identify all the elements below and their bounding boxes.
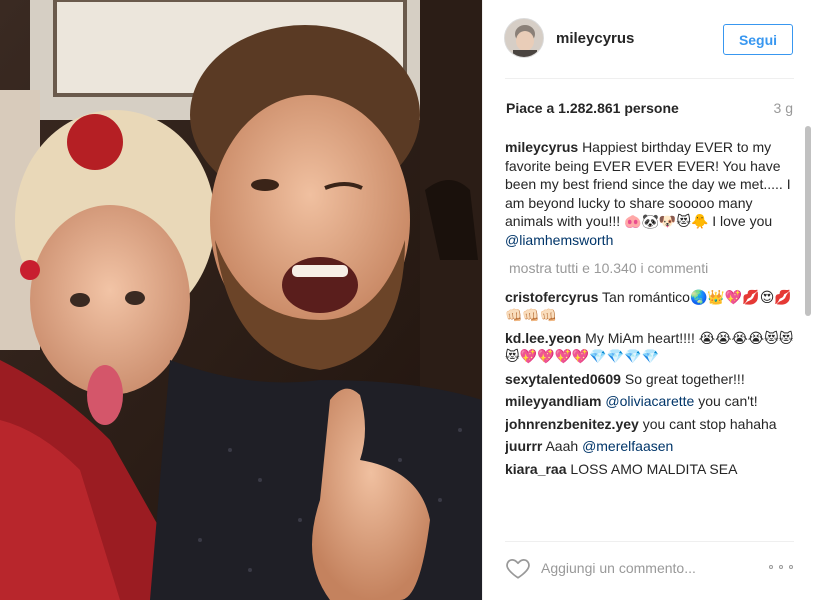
more-options-button[interactable] [769,560,793,574]
avatar[interactable] [504,18,544,58]
avatar-image [505,19,543,57]
footer-divider [505,541,794,542]
three-dots-icon [789,565,793,569]
three-dots-icon [779,565,783,569]
post-age[interactable]: 3 g [774,100,793,116]
comment-item: johnrenzbenitez.yey you cant stop hahaha [505,415,795,434]
comment-item: kd.lee.yeon My MiAm heart!!!! 😭😭😭😭😻😻😻💖💖💖… [505,329,795,366]
comment-item: sexytalented0609 So great together!!! [505,370,795,389]
comment-username[interactable]: kiara_raa [505,461,567,477]
comment-list[interactable]: mileycyrus Happiest birthday EVER to my … [505,138,795,534]
follow-button[interactable]: Segui [723,24,793,55]
comment-text: you cant stop hahaha [642,415,777,432]
header-username[interactable]: mileycyrus [556,30,634,47]
caption: mileycyrus Happiest birthday EVER to my … [505,138,795,249]
comment-text: So great together!!! [624,370,745,387]
show-all-comments-link[interactable]: mostra tutti e 10.340 i commenti [509,259,795,278]
comment-mention[interactable]: @oliviacarette [605,393,694,409]
comment-item: mileyyandliam @oliviacarette you can't! [505,392,795,411]
comment-text: Aaah [545,438,583,454]
caption-mention[interactable]: @liamhemsworth [505,232,613,248]
comment-text: you can't! [694,393,758,409]
three-dots-icon [769,565,773,569]
caption-username[interactable]: mileycyrus [505,139,578,155]
comment-item: juurrr Aaah @merelfaasen [505,437,795,456]
comment-input[interactable] [541,557,751,579]
photo-illustration [0,0,482,600]
post-photo[interactable] [0,0,482,600]
comments-scrollbar[interactable] [805,126,811,538]
comment-item: kiara_raa LOSS AMO MALDITA SEA [505,460,795,479]
header-divider [505,78,794,79]
comment-item: cristofercyrus Tan romántico🌏👑💖💋😍💋👊🏻👊🏻👊🏻 [505,288,795,325]
comment-username[interactable]: mileyyandliam [505,393,602,409]
comment-text: LOSS AMO MALDITA SEA [570,460,738,477]
comment-username[interactable]: juurrr [505,438,542,454]
comment-username[interactable]: kd.lee.yeon [505,330,581,346]
post-header: mileycyrus Segui [483,0,815,80]
comment-username[interactable]: cristofercyrus [505,289,598,305]
post-sidebar: mileycyrus Segui Piace a 1.282.861 perso… [482,0,815,600]
comment-username[interactable]: sexytalented0609 [505,371,621,387]
comment-username[interactable]: johnrenzbenitez.yey [505,416,639,432]
heart-outline-icon [506,559,530,579]
like-button[interactable] [505,555,531,581]
post-modal: mileycyrus Segui Piace a 1.282.861 perso… [0,0,815,600]
comment-mention[interactable]: @merelfaasen [582,438,673,454]
scrollbar-thumb[interactable] [805,126,811,316]
like-count[interactable]: Piace a 1.282.861 persone [506,100,679,116]
